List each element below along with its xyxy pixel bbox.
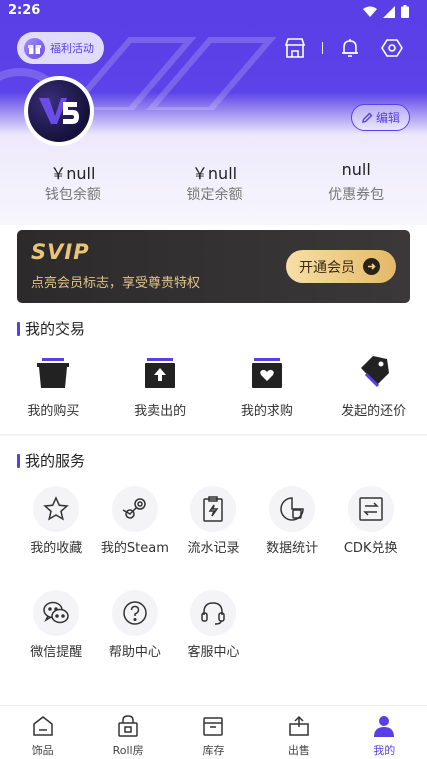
basket-icon [33, 352, 73, 388]
service-favorites[interactable]: 我的收藏 [17, 486, 96, 556]
store-icon[interactable] [282, 35, 308, 61]
service-label: 微信提醒 [30, 645, 83, 660]
arrow-right-icon [363, 258, 380, 275]
heart-box-icon [247, 352, 287, 388]
status-bar: 2:26 [0, 0, 427, 24]
open-membership-label: 开通会员 [299, 259, 355, 276]
svip-banner[interactable]: SVIP 点亮会员标志，享受尊贵特权 开通会员 [17, 230, 410, 303]
services-title-text: 我的服务 [25, 452, 86, 470]
nav-label: Roll房 [112, 744, 144, 757]
nav-item-sell[interactable]: 出售 [256, 706, 341, 759]
locked-balance[interactable]: ￥null 锁定余额 [144, 160, 286, 204]
status-time: 2:26 [8, 3, 41, 18]
bell-icon[interactable] [337, 35, 363, 61]
avatar-v5-logo [28, 80, 90, 142]
section-accent-bar [17, 321, 20, 336]
coupon-wallet[interactable]: null 优惠券包 [285, 160, 427, 204]
locked-balance-label: 锁定余额 [186, 187, 243, 203]
steam-icon [122, 498, 146, 519]
open-membership-button[interactable]: 开通会员 [286, 250, 396, 283]
header-divider [322, 42, 323, 54]
nav-item-skins[interactable]: 饰品 [0, 706, 85, 759]
star-icon [43, 496, 70, 521]
headset-icon [201, 602, 226, 625]
nav-label: 库存 [202, 744, 225, 757]
price-tag-icon [354, 352, 394, 388]
sell-box-icon [287, 714, 311, 738]
service-label: 我的Steam [100, 541, 169, 556]
edit-profile-button[interactable]: 编辑 [351, 104, 410, 131]
nav-item-inventory[interactable]: 库存 [171, 706, 256, 759]
pencil-icon [362, 112, 373, 123]
service-label: 我的收藏 [30, 541, 83, 556]
wallet-balance-value: ￥null [50, 164, 96, 183]
edit-label: 编辑 [375, 111, 400, 125]
service-label: 数据统计 [266, 541, 319, 556]
trade-menu: 我的购买 我卖出的 我的求购 发起的还价 [0, 352, 427, 419]
upload-box-icon [140, 352, 180, 388]
wallet-balance-label: 钱包余额 [44, 187, 101, 203]
battery-icon [401, 5, 409, 18]
trade-item-label: 我的求购 [240, 404, 293, 419]
wallet-balance[interactable]: ￥null 钱包余额 [2, 160, 144, 204]
svip-subtitle: 点亮会员标志，享受尊贵特权 [31, 276, 201, 291]
nav-item-mine[interactable]: 我的 [342, 706, 427, 759]
signal-icon [383, 5, 395, 18]
help-icon [123, 601, 147, 625]
wechat-icon [43, 601, 70, 624]
gift-icon [24, 37, 45, 59]
nav-label: 我的 [373, 744, 396, 757]
service-wechat-reminder[interactable]: 微信提醒 [17, 590, 96, 660]
user-icon [372, 714, 396, 738]
services-section-title: 我的服务 [17, 450, 85, 471]
service-statistics[interactable]: 数据统计 [253, 486, 332, 556]
inventory-icon [201, 714, 225, 738]
lock-bag-icon [116, 714, 140, 738]
avatar[interactable] [24, 76, 94, 146]
service-label: 客服中心 [187, 645, 240, 660]
nav-item-roll-room[interactable]: Roll房 [85, 706, 170, 759]
locked-balance-value: ￥null [191, 164, 238, 183]
service-transactions[interactable]: 流水记录 [174, 486, 253, 556]
service-label: 帮助中心 [108, 645, 161, 660]
trade-item-counter-offers[interactable]: 发起的还价 [320, 352, 427, 419]
clipboard-bolt-icon [203, 496, 224, 522]
trade-title-text: 我的交易 [25, 320, 86, 338]
pie-chart-icon [280, 497, 304, 521]
trade-item-purchases[interactable]: 我的购买 [0, 352, 107, 419]
service-cdk-redeem[interactable]: CDK兑换 [331, 486, 410, 556]
home-icon [31, 714, 55, 738]
header-actions [282, 35, 405, 61]
trade-item-label: 发起的还价 [341, 404, 407, 419]
trade-item-buy-requests[interactable]: 我的求购 [214, 352, 321, 419]
trade-section-title: 我的交易 [17, 318, 85, 339]
trade-item-sold[interactable]: 我卖出的 [107, 352, 214, 419]
service-help-center[interactable]: 帮助中心 [96, 590, 175, 660]
coupon-wallet-label: 优惠券包 [328, 187, 385, 203]
svip-logo: SVIP [31, 240, 90, 264]
promo-activity-button[interactable]: 福利活动 [17, 32, 104, 64]
service-steam[interactable]: 我的Steam [96, 486, 175, 556]
service-label: 流水记录 [187, 541, 240, 556]
bottom-nav: 饰品 Roll房 库存 出售 我的 [0, 705, 427, 759]
trade-item-label: 我的购买 [27, 404, 80, 419]
trade-item-label: 我卖出的 [134, 404, 187, 419]
section-accent-bar [17, 453, 20, 468]
exchange-icon [358, 497, 383, 521]
service-label: CDK兑换 [343, 541, 398, 556]
balance-summary: ￥null 钱包余额 ￥null 锁定余额 null 优惠券包 [0, 160, 427, 204]
service-customer-support[interactable]: 客服中心 [174, 590, 253, 660]
nav-label: 出售 [287, 744, 310, 757]
services-grid: 我的收藏 我的Steam 流水记录 数据统计 CDK兑换 微信提醒 帮助中心 客… [17, 486, 410, 660]
settings-icon[interactable] [379, 35, 405, 61]
wifi-icon [363, 6, 377, 17]
nav-label: 饰品 [31, 744, 54, 757]
section-divider [0, 434, 427, 436]
promo-activity-label: 福利活动 [50, 42, 94, 55]
coupon-wallet-value: null [341, 160, 371, 179]
